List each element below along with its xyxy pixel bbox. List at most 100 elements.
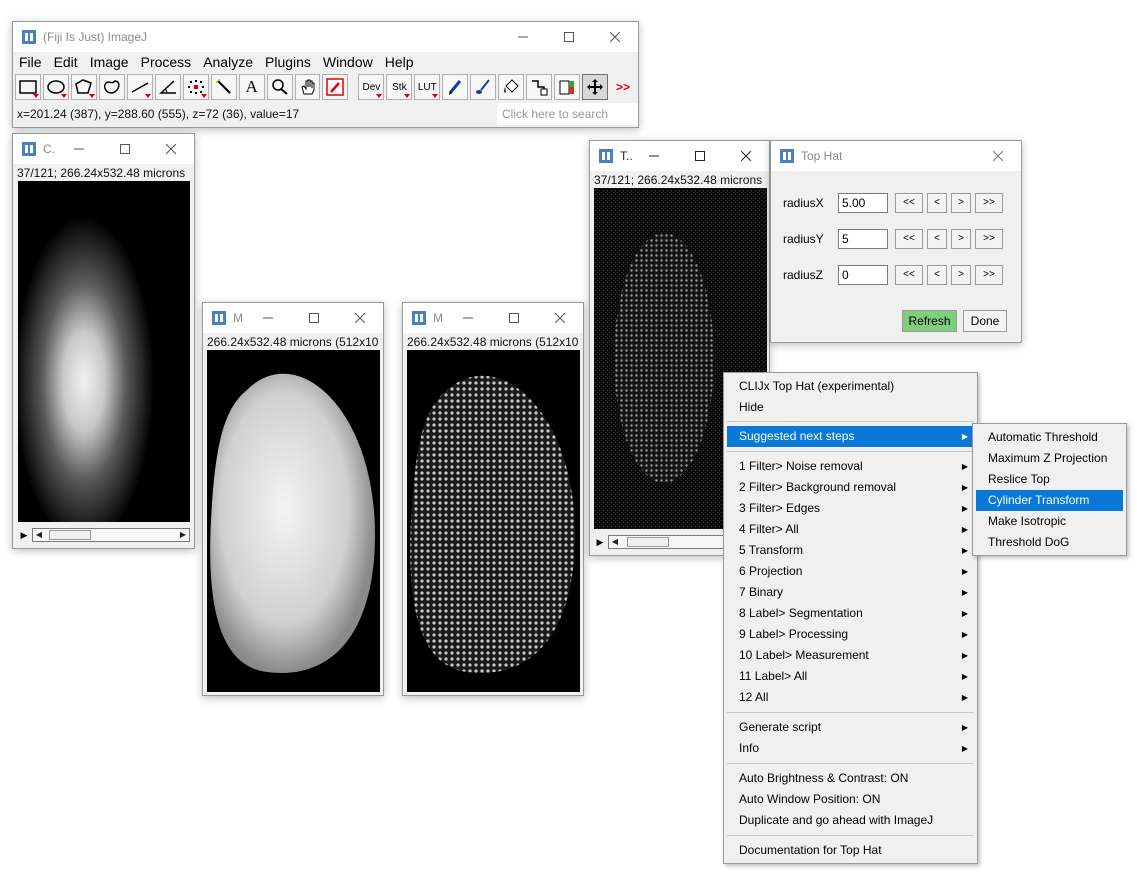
radius-y-decrease-fast-button[interactable]: <<	[895, 229, 923, 249]
menu-item-hide[interactable]: Hide	[727, 397, 974, 418]
menu-item-category-1[interactable]: 1 Filter> Noise removal ▶	[727, 456, 974, 477]
scroll-right-icon[interactable]: ▶	[177, 529, 189, 541]
brush-tool[interactable]	[470, 74, 497, 100]
stk-menu-tool[interactable]: Stk	[386, 74, 413, 100]
menu-item-auto-window-position[interactable]: Auto Window Position: ON	[727, 789, 974, 810]
slice-scrollbar[interactable]: ◀ ▶	[32, 528, 190, 542]
menu-analyze[interactable]: Analyze	[202, 54, 259, 70]
hand-tool[interactable]	[294, 74, 321, 100]
radius-x-increase-button[interactable]: >	[951, 193, 971, 213]
maximize-button[interactable]	[291, 303, 337, 333]
menu-item-category-8[interactable]: 8 Label> Segmentation ▶	[727, 603, 974, 624]
menu-item-category-5[interactable]: 5 Transform ▶	[727, 540, 974, 561]
menu-edit[interactable]: Edit	[53, 54, 84, 70]
scroll-left-icon[interactable]: ◀	[33, 529, 45, 541]
submenu-item-cylinder-transform[interactable]: Cylinder Transform	[976, 490, 1123, 511]
submenu-item-threshold-dog[interactable]: Threshold DoG	[976, 532, 1123, 553]
dev-menu-tool[interactable]: Dev	[358, 74, 385, 100]
menu-item-documentation[interactable]: Documentation for Top Hat	[727, 840, 974, 861]
wand-tool[interactable]	[210, 74, 237, 100]
minimize-button[interactable]	[245, 303, 291, 333]
imagej-titlebar[interactable]: (Fiji Is Just) ImageJ	[13, 22, 638, 52]
menu-item-category-2[interactable]: 2 Filter> Background removal ▶	[727, 477, 974, 498]
minimize-button[interactable]	[56, 134, 102, 164]
image-canvas[interactable]	[407, 350, 580, 692]
freehand-tool[interactable]	[98, 74, 125, 100]
arrow-path-tool[interactable]	[526, 74, 553, 100]
radius-y-decrease-button[interactable]: <	[927, 229, 947, 249]
flood-fill-tool[interactable]	[498, 74, 525, 100]
done-button[interactable]: Done	[963, 310, 1007, 332]
menu-item-category-12[interactable]: 12 All ▶	[727, 687, 974, 708]
line-tool[interactable]	[126, 74, 153, 100]
color-picker-tool[interactable]	[322, 74, 349, 100]
top-hat-titlebar[interactable]: Top Hat	[771, 141, 1021, 171]
menu-window[interactable]: Window	[322, 54, 379, 70]
close-button[interactable]	[148, 134, 194, 164]
play-icon[interactable]: ▶	[594, 535, 606, 549]
minimize-button[interactable]	[500, 22, 546, 52]
submenu-item-reslice-top[interactable]: Reslice Top	[976, 469, 1123, 490]
radius-y-increase-fast-button[interactable]: >>	[975, 229, 1003, 249]
image-canvas[interactable]	[207, 350, 380, 692]
menu-help[interactable]: Help	[384, 54, 420, 70]
maximize-button[interactable]	[546, 22, 592, 52]
oval-tool[interactable]	[42, 74, 69, 100]
image-window-c-titlebar[interactable]: C.	[13, 134, 194, 164]
polygon-tool[interactable]	[70, 74, 97, 100]
submenu-item-automatic-threshold[interactable]: Automatic Threshold	[976, 427, 1123, 448]
radius-z-decrease-fast-button[interactable]: <<	[895, 265, 923, 285]
maximize-button[interactable]	[102, 134, 148, 164]
submenu-item-maximum-z-projection[interactable]: Maximum Z Projection	[976, 448, 1123, 469]
radius-z-increase-fast-button[interactable]: >>	[975, 265, 1003, 285]
scroll-thumb[interactable]	[49, 530, 91, 540]
magnifier-tool[interactable]	[266, 74, 293, 100]
lut-menu-tool[interactable]: LUT	[414, 74, 441, 100]
radius-x-field[interactable]	[838, 193, 888, 213]
close-button[interactable]	[537, 303, 583, 333]
radius-z-decrease-button[interactable]: <	[927, 265, 947, 285]
menu-item-info[interactable]: Info ▶	[727, 738, 974, 759]
menu-item-duplicate-imagej[interactable]: Duplicate and go ahead with ImageJ	[727, 810, 974, 831]
more-tools-button[interactable]: >>	[610, 74, 636, 100]
refresh-button[interactable]: Refresh	[902, 310, 957, 332]
menu-item-category-4[interactable]: 4 Filter> All ▶	[727, 519, 974, 540]
minimize-button[interactable]	[631, 141, 677, 171]
menu-item-generate-script[interactable]: Generate script ▶	[727, 717, 974, 738]
point-tool[interactable]	[182, 74, 209, 100]
image-window-m1-titlebar[interactable]: M	[203, 303, 383, 333]
move-tool[interactable]	[582, 74, 608, 100]
lut-swatch-tool[interactable]	[554, 74, 581, 100]
submenu-item-make-isotropic[interactable]: Make Isotropic	[976, 511, 1123, 532]
menu-file[interactable]: File	[18, 54, 48, 70]
radius-x-increase-fast-button[interactable]: >>	[975, 193, 1003, 213]
close-button[interactable]	[723, 141, 769, 171]
angle-tool[interactable]	[154, 74, 181, 100]
menu-item-category-10[interactable]: 10 Label> Measurement ▶	[727, 645, 974, 666]
menu-item-category-7[interactable]: 7 Binary ▶	[727, 582, 974, 603]
menu-image[interactable]: Image	[89, 54, 135, 70]
pencil-tool[interactable]	[442, 74, 469, 100]
image-window-m2-titlebar[interactable]: M	[403, 303, 583, 333]
image-canvas[interactable]	[18, 181, 190, 522]
play-icon[interactable]: ▶	[18, 528, 30, 542]
image-window-t-titlebar[interactable]: T..	[590, 141, 769, 171]
maximize-button[interactable]	[677, 141, 723, 171]
menu-item-category-3[interactable]: 3 Filter> Edges ▶	[727, 498, 974, 519]
minimize-button[interactable]	[445, 303, 491, 333]
radius-x-decrease-fast-button[interactable]: <<	[895, 193, 923, 213]
radius-y-field[interactable]	[838, 229, 888, 249]
radius-z-field[interactable]	[838, 265, 888, 285]
scroll-left-icon[interactable]: ◀	[609, 536, 621, 548]
menu-item-auto-brightness[interactable]: Auto Brightness & Contrast: ON	[727, 768, 974, 789]
close-button[interactable]	[337, 303, 383, 333]
menu-item-category-9[interactable]: 9 Label> Processing ▶	[727, 624, 974, 645]
menu-process[interactable]: Process	[140, 54, 198, 70]
close-button[interactable]	[975, 141, 1021, 171]
radius-y-increase-button[interactable]: >	[951, 229, 971, 249]
menu-item-suggested-next-steps[interactable]: Suggested next steps ▶	[727, 426, 974, 447]
maximize-button[interactable]	[491, 303, 537, 333]
menu-item-category-6[interactable]: 6 Projection ▶	[727, 561, 974, 582]
menu-item-clijx-top-hat[interactable]: CLIJx Top Hat (experimental)	[727, 376, 974, 397]
radius-x-decrease-button[interactable]: <	[927, 193, 947, 213]
